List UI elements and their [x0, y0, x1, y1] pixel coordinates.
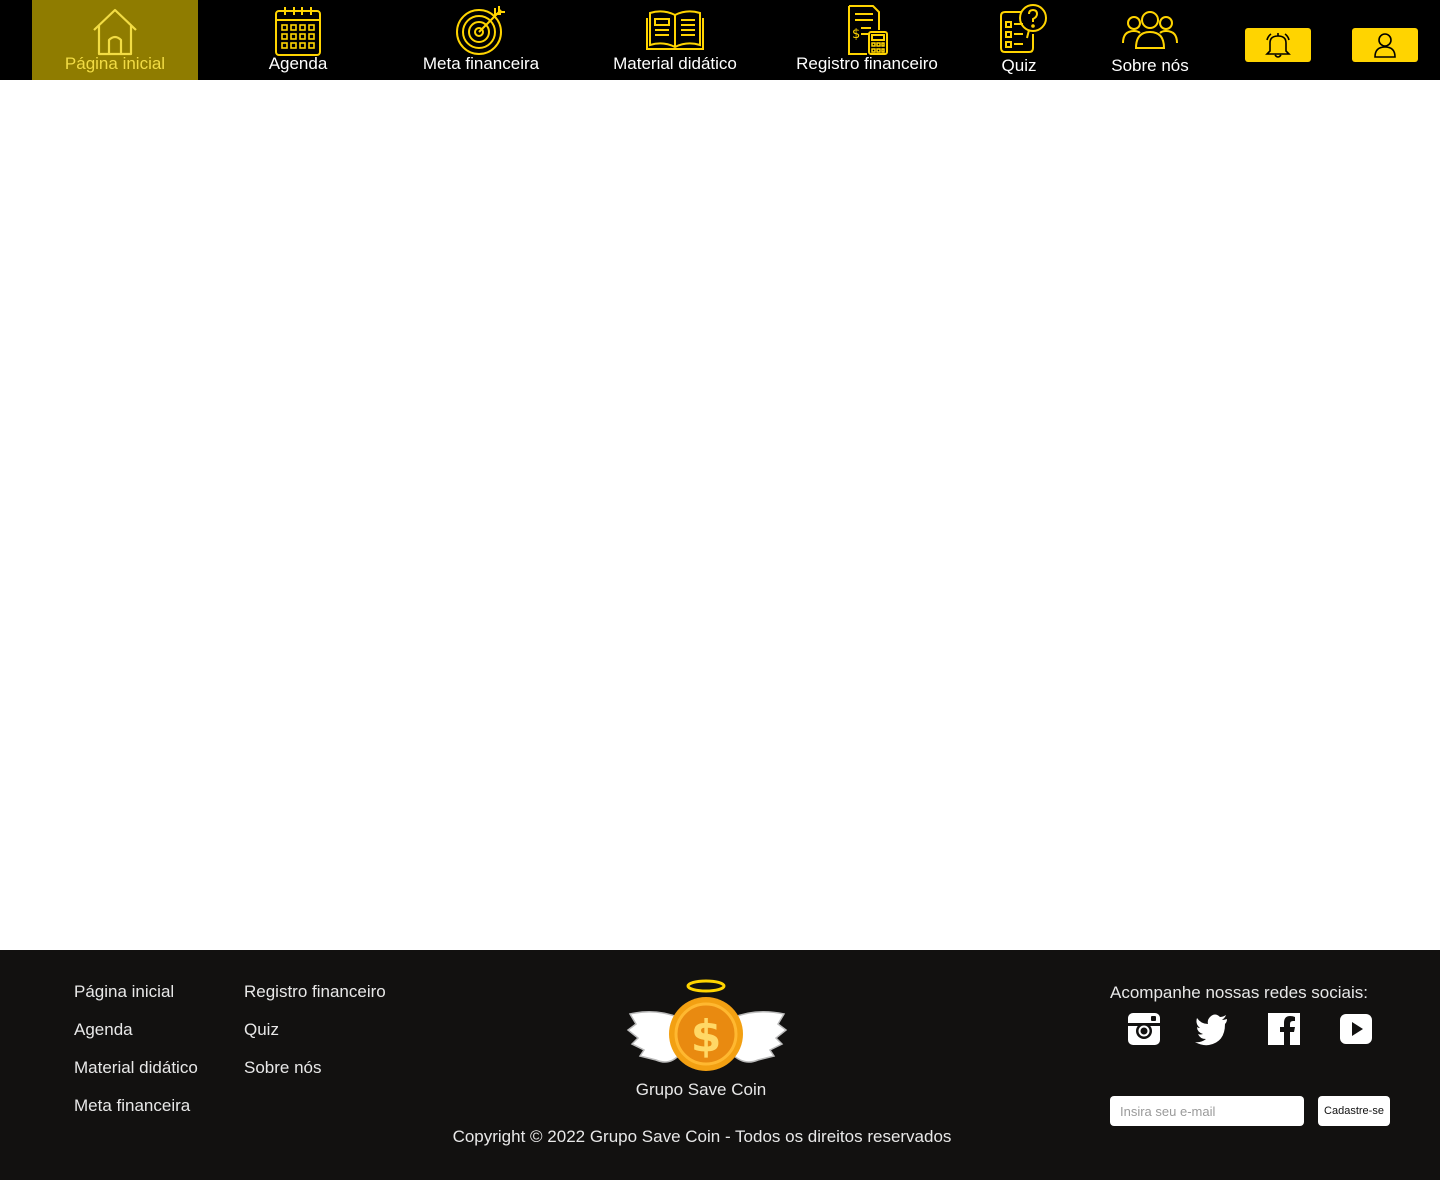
- nav-label-sobre-nos: Sobre nós: [1111, 56, 1189, 75]
- footer-link-registro-financeiro[interactable]: Registro financeiro: [244, 982, 386, 1002]
- save-coin-logo: $: [626, 978, 788, 1074]
- book-icon: [646, 9, 704, 51]
- group-icon: [1122, 10, 1178, 50]
- footer-link-agenda[interactable]: Agenda: [74, 1020, 133, 1040]
- youtube-icon[interactable]: [1339, 1012, 1373, 1046]
- nav-label-agenda: Agenda: [268, 54, 328, 73]
- main-content: [0, 80, 1440, 950]
- signup-button[interactable]: Cadastre-se: [1318, 1096, 1390, 1126]
- nav-label-quiz: Quiz: [1001, 56, 1037, 75]
- nav-label-registro-financeiro: Registro financeiro: [796, 54, 938, 73]
- nav-item-sobre-nos[interactable]: Sobre nós: [1100, 0, 1200, 80]
- nav-item-registro-financeiro[interactable]: $ Registro financeiro: [786, 0, 948, 80]
- nav-item-agenda[interactable]: Agenda: [232, 0, 364, 80]
- nav-label-home: Página inicial: [64, 54, 166, 73]
- top-navigation-bar: Página inicial Agenda Meta financeira Ma…: [0, 0, 1440, 80]
- target-icon: [455, 4, 507, 56]
- nav-label-meta-financeira: Meta financeira: [422, 54, 540, 73]
- calendar-icon: [274, 5, 322, 57]
- notifications-button[interactable]: [1245, 28, 1311, 62]
- footer-link-sobre-nos[interactable]: Sobre nós: [244, 1058, 322, 1078]
- copyright-text: Copyright © 2022 Grupo Save Coin - Todos…: [452, 1127, 952, 1146]
- svg-text:$: $: [691, 1011, 722, 1062]
- quiz-icon: [999, 2, 1049, 54]
- newsletter-email-input[interactable]: [1110, 1096, 1304, 1126]
- nav-item-material-didatico[interactable]: Material didático: [598, 0, 752, 80]
- nav-item-meta-financeira[interactable]: Meta financeira: [406, 0, 556, 80]
- twitter-icon[interactable]: [1195, 1012, 1229, 1046]
- financial-record-icon: $: [845, 4, 889, 56]
- svg-text:$: $: [852, 27, 860, 42]
- bell-icon: [1264, 31, 1292, 59]
- footer-link-material-didatico[interactable]: Material didático: [74, 1058, 198, 1078]
- facebook-icon[interactable]: [1267, 1012, 1301, 1046]
- footer-link-pagina-inicial[interactable]: Página inicial: [74, 982, 174, 1002]
- nav-item-quiz[interactable]: Quiz: [988, 0, 1050, 80]
- nav-item-home[interactable]: Página inicial: [32, 0, 198, 80]
- user-icon: [1371, 31, 1399, 59]
- footer-link-quiz[interactable]: Quiz: [244, 1020, 279, 1040]
- social-title: Acompanhe nossas redes sociais:: [1110, 983, 1368, 1002]
- nav-label-material-didatico: Material didático: [613, 54, 737, 73]
- home-icon: [90, 6, 140, 56]
- instagram-icon[interactable]: [1127, 1012, 1161, 1046]
- profile-button[interactable]: [1352, 28, 1418, 62]
- footer: Página inicial Agenda Material didático …: [0, 950, 1440, 1180]
